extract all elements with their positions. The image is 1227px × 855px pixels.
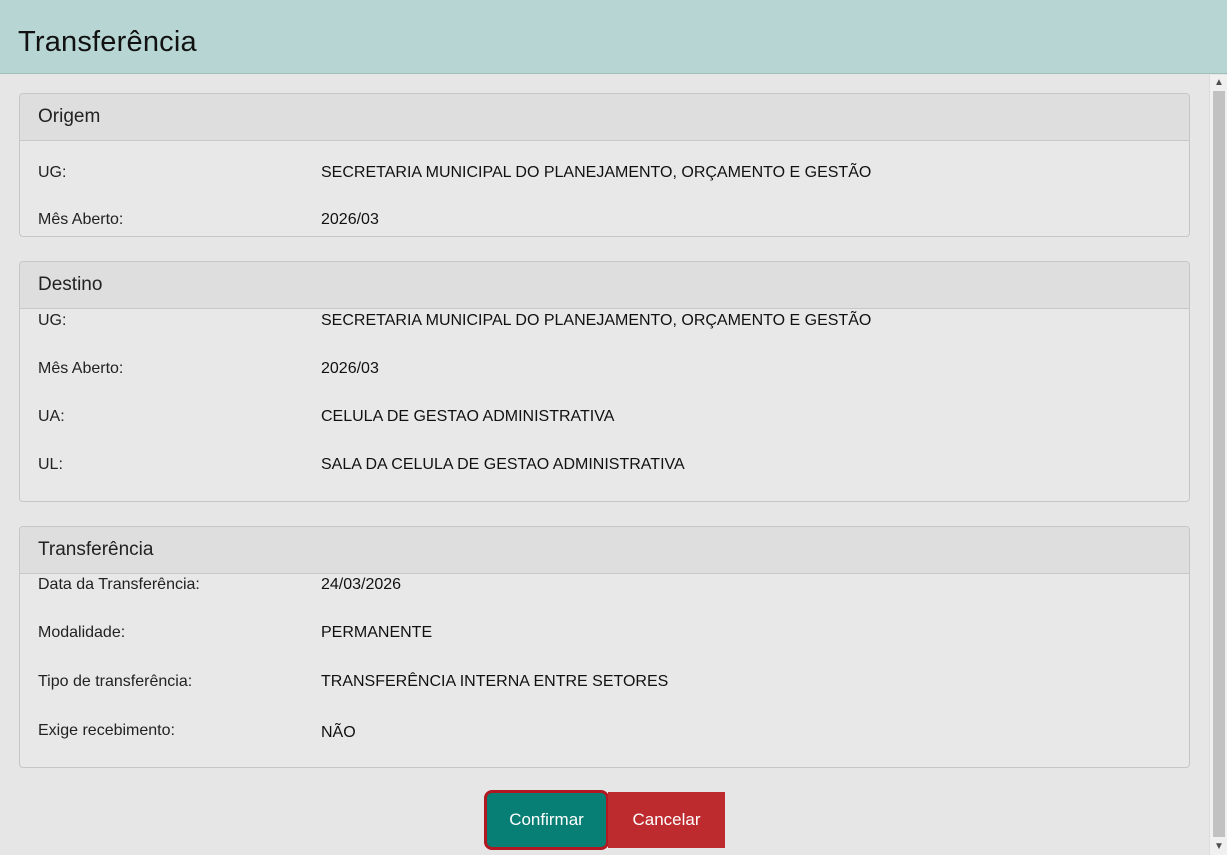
cancel-button[interactable]: Cancelar: [608, 792, 725, 848]
origem-row-ug: UG: SECRETARIA MUNICIPAL DO PLANEJAMENTO…: [38, 161, 1168, 185]
scroll-thumb[interactable]: [1213, 91, 1225, 837]
destino-panel-title: Destino: [20, 262, 1189, 309]
origem-panel-title: Origem: [20, 94, 1189, 141]
field-label: UG:: [38, 312, 67, 329]
field-value: CELULA DE GESTAO ADMINISTRATIVA: [321, 408, 615, 425]
transferencia-row-data: Data da Transferência: 24/03/2026: [38, 573, 1168, 597]
field-value: SALA DA CELULA DE GESTAO ADMINISTRATIVA: [321, 456, 685, 473]
destino-row-ug: UG: SECRETARIA MUNICIPAL DO PLANEJAMENTO…: [38, 309, 1168, 333]
field-value: SECRETARIA MUNICIPAL DO PLANEJAMENTO, OR…: [321, 312, 872, 329]
field-label: UA:: [38, 408, 65, 425]
destino-panel: Destino UG: SECRETARIA MUNICIPAL DO PLAN…: [19, 261, 1190, 502]
scroll-down-icon[interactable]: ▼: [1210, 839, 1227, 855]
field-label: Mês Aberto:: [38, 211, 124, 228]
field-value: 2026/03: [321, 360, 379, 377]
field-value: PERMANENTE: [321, 624, 433, 641]
field-label: Modalidade:: [38, 624, 126, 641]
field-label: Data da Transferência:: [38, 576, 200, 593]
field-label: UL:: [38, 456, 63, 473]
confirm-button[interactable]: Confirmar: [484, 790, 609, 850]
destino-row-ul: UL: SALA DA CELULA DE GESTAO ADMINISTRAT…: [38, 453, 1168, 477]
origem-row-mes-aberto: Mês Aberto: 2026/03: [38, 208, 1168, 232]
field-label: Mês Aberto:: [38, 360, 124, 377]
field-value: 24/03/2026: [321, 576, 402, 593]
content-area: Origem UG: SECRETARIA MUNICIPAL DO PLANE…: [0, 75, 1209, 855]
transferencia-panel-title: Transferência: [20, 527, 1189, 574]
field-label: Exige recebimento:: [38, 722, 175, 739]
transferencia-row-tipo: Tipo de transferência: TRANSFERÊNCIA INT…: [38, 670, 1168, 694]
field-label: UG:: [38, 164, 67, 181]
field-value: NÃO: [321, 724, 356, 741]
field-label: Tipo de transferência:: [38, 673, 193, 690]
scroll-up-icon[interactable]: ▲: [1210, 75, 1227, 91]
destino-row-mes-aberto: Mês Aberto: 2026/03: [38, 357, 1168, 381]
destino-row-ua: UA: CELULA DE GESTAO ADMINISTRATIVA: [38, 405, 1168, 429]
page-header: Transferência: [0, 0, 1227, 74]
transferencia-row-exige-recebimento: Exige recebimento: NÃO: [38, 719, 1168, 743]
origem-panel: Origem UG: SECRETARIA MUNICIPAL DO PLANE…: [19, 93, 1190, 237]
field-value: 2026/03: [321, 211, 379, 228]
field-value: SECRETARIA MUNICIPAL DO PLANEJAMENTO, OR…: [321, 164, 872, 181]
field-value: TRANSFERÊNCIA INTERNA ENTRE SETORES: [321, 673, 669, 690]
transferencia-row-modalidade: Modalidade: PERMANENTE: [38, 621, 1168, 645]
vertical-scrollbar[interactable]: ▲ ▼: [1209, 75, 1227, 855]
transferencia-panel: Transferência Data da Transferência: 24/…: [19, 526, 1190, 768]
page-title: Transferência: [18, 26, 197, 58]
